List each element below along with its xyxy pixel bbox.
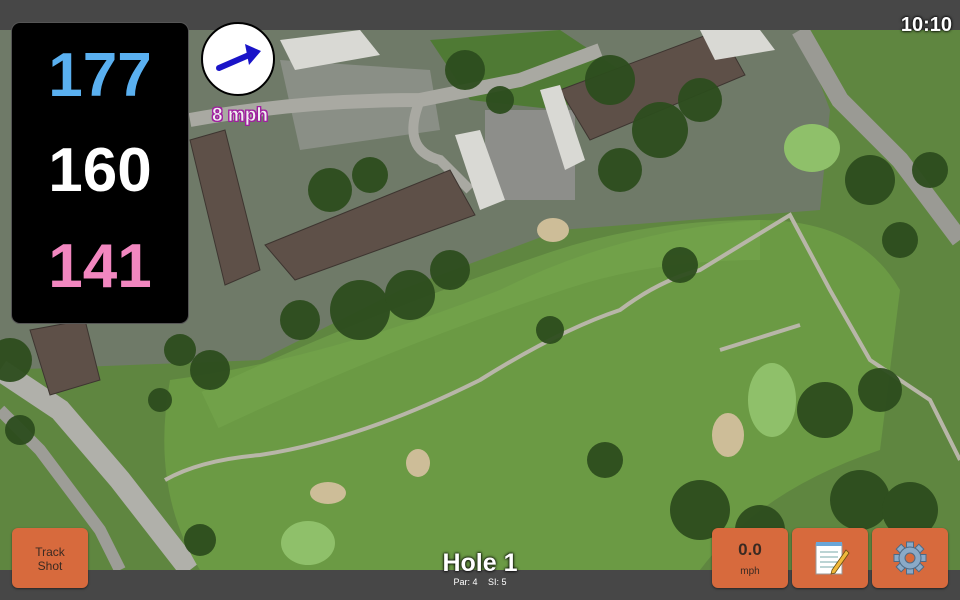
hole-title: Hole 1: [442, 549, 518, 577]
wind-speed-unit: mph: [740, 566, 760, 577]
distance-middle: 160: [48, 136, 152, 205]
track-shot-button[interactable]: Track Shot: [12, 528, 88, 588]
clock: 10:10: [900, 14, 952, 36]
wind-arrow-icon: [216, 44, 261, 71]
hole-par: Par: 4: [453, 577, 478, 587]
distance-front: 141: [48, 232, 152, 301]
track-shot-label-line2: Shot: [37, 559, 63, 573]
settings-button[interactable]: [872, 528, 948, 588]
hole-info: Par: 4 SI: 5: [380, 577, 580, 587]
gear-icon: [893, 541, 927, 575]
hole-stroke-index: SI: 5: [488, 577, 507, 587]
track-shot-label-line1: Track: [35, 545, 65, 559]
distance-back: 177: [48, 41, 152, 110]
wind-speed-button[interactable]: 0.0 mph: [712, 528, 788, 588]
notepad-icon: [815, 542, 850, 575]
wind-speed-label: 8 mph: [212, 105, 269, 127]
wind-indicator: [201, 22, 275, 96]
yardage-panel[interactable]: 177 160 141: [12, 23, 188, 323]
wind-speed-value: 0.0: [738, 540, 762, 559]
notes-button[interactable]: [792, 528, 868, 588]
